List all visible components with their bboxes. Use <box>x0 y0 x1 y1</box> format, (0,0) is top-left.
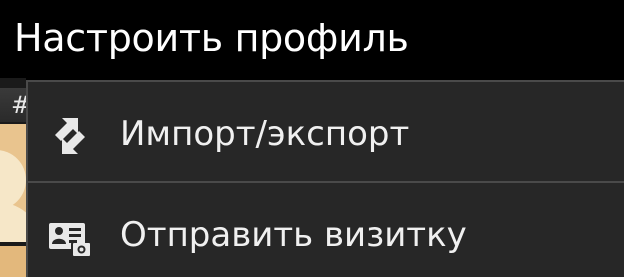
avatar-body-shape <box>0 202 26 242</box>
menu-item-import-export[interactable]: Импорт/экспорт <box>28 82 624 182</box>
avatar <box>0 246 26 277</box>
avatar <box>0 124 26 242</box>
index-letter: # <box>0 88 31 122</box>
business-card-icon <box>49 223 92 258</box>
page-title: Настроить профиль <box>14 16 409 60</box>
menu-item-label: Импорт/экспорт <box>120 114 410 154</box>
avatar-head-shape <box>0 150 26 210</box>
action-bar: Настроить профиль <box>0 0 624 78</box>
menu-item-send-business-card[interactable]: Отправить визитку <box>28 183 624 277</box>
import-export-icon <box>55 118 85 154</box>
screen: Настроить профиль # Импорт/экспорт Отпра… <box>0 0 624 277</box>
overflow-menu: Импорт/экспорт Отправить визитку <box>26 80 624 277</box>
menu-item-label: Отправить визитку <box>120 215 467 255</box>
